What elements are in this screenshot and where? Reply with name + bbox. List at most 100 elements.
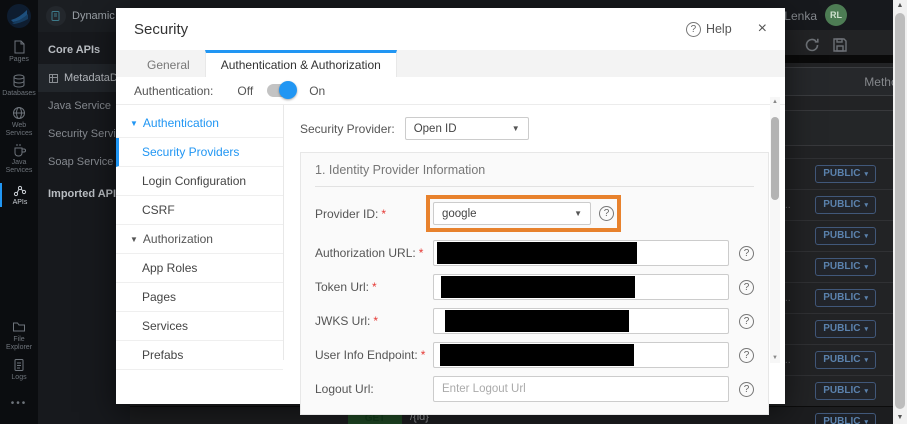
identity-provider-panel: 1. Identity Provider Information Provide… xyxy=(300,152,769,415)
caret-down-icon: ▾ xyxy=(864,419,868,424)
sidebar-item-file-explorer[interactable]: File Explorer xyxy=(0,320,38,352)
public-access-dropdown[interactable]: PUBLIC▾ xyxy=(815,382,876,400)
authorization-url-input[interactable] xyxy=(433,240,729,266)
toolbar-icons xyxy=(803,36,849,54)
public-access-dropdown[interactable]: PUBLIC▾ xyxy=(815,227,876,245)
nav-group-authorization[interactable]: ▼ Authorization xyxy=(116,225,283,254)
sidebar-item-databases[interactable]: Databases xyxy=(0,74,38,98)
nav-item-login-configuration[interactable]: Login Configuration xyxy=(116,167,283,196)
public-access-dropdown[interactable]: PUBLIC▾ xyxy=(815,196,876,214)
more-options-ellipsis-icon[interactable]: ••• xyxy=(0,398,38,409)
caret-down-icon: ▾ xyxy=(864,388,868,395)
nav-item-security-providers[interactable]: Security Providers xyxy=(116,138,283,167)
provider-id-select[interactable]: google ▼ xyxy=(433,202,591,225)
logout-url-input[interactable] xyxy=(433,376,729,402)
page-scrollbar-thumb[interactable] xyxy=(895,13,905,409)
redacted-value xyxy=(445,310,629,332)
close-icon[interactable]: × xyxy=(758,21,767,37)
project-name: Dynamic xyxy=(72,10,115,22)
field-help-icon[interactable]: ? xyxy=(739,280,754,295)
required-marker: * xyxy=(419,246,424,260)
log-file-icon xyxy=(12,358,26,372)
sidebar-item-java-services[interactable]: Java Services xyxy=(0,143,38,175)
redacted-value xyxy=(440,344,634,366)
help-button[interactable]: ? Help xyxy=(686,22,732,37)
caret-down-icon: ▾ xyxy=(864,326,868,333)
public-access-dropdown[interactable]: PUBLIC▾ xyxy=(815,351,876,369)
highlight-outline: google ▼ ? xyxy=(426,195,621,232)
page-scrollbar[interactable]: ▲ ▼ xyxy=(893,0,907,424)
rail-label: Pages xyxy=(0,56,38,64)
help-icon: ? xyxy=(686,22,701,37)
avatar[interactable]: RL xyxy=(825,4,847,26)
db-table-icon xyxy=(48,73,59,84)
public-access-dropdown[interactable]: PUBLIC▾ xyxy=(815,320,876,338)
redacted-value xyxy=(441,276,635,298)
required-marker: * xyxy=(421,348,426,362)
rail-label: File Explorer xyxy=(0,336,38,352)
security-provider-select[interactable]: Open ID ▼ xyxy=(405,117,529,140)
screen: Pages Databases Web Services Java Servic… xyxy=(0,0,907,424)
tab-authentication-authorization[interactable]: Authentication & Authorization xyxy=(205,50,397,77)
sidebar-item-logs[interactable]: Logs xyxy=(0,358,38,382)
caret-down-icon: ▾ xyxy=(864,171,868,178)
rail-label: Logs xyxy=(0,374,38,382)
caret-down-icon: ▼ xyxy=(130,235,138,244)
public-access-dropdown[interactable]: PUBLIC▾ xyxy=(815,165,876,183)
scroll-down-icon[interactable]: ▼ xyxy=(770,353,780,363)
scroll-up-icon[interactable]: ▲ xyxy=(770,97,780,107)
field-help-icon[interactable]: ? xyxy=(739,246,754,261)
field-help-icon[interactable]: ? xyxy=(739,382,754,397)
toggle-knob xyxy=(279,81,297,99)
caret-down-icon: ▾ xyxy=(864,233,868,240)
left-icon-rail: Pages Databases Web Services Java Servic… xyxy=(0,0,38,424)
form-scrollbar[interactable]: ▲ ▼ xyxy=(770,97,780,363)
field-user-info-endpoint: User Info Endpoint:* ? xyxy=(315,342,754,368)
rail-label: Java Services xyxy=(0,159,38,175)
toggle-on-label: On xyxy=(309,84,325,98)
globe-icon xyxy=(12,106,26,120)
section-title: 1. Identity Provider Information xyxy=(315,153,754,187)
provider-form: Security Provider: Open ID ▼ 1. Identity… xyxy=(284,105,785,360)
public-access-dropdown[interactable]: PUBLIC▾ xyxy=(815,289,876,307)
caret-down-icon: ▾ xyxy=(864,202,868,209)
user-info-endpoint-input[interactable] xyxy=(433,342,729,368)
authentication-toggle[interactable] xyxy=(267,84,295,97)
field-logout-url: Logout Url: ? xyxy=(315,376,754,402)
field-help-icon[interactable]: ? xyxy=(739,314,754,329)
dialog-side-nav: ▼ Authentication Security Providers Logi… xyxy=(116,105,284,360)
tab-general[interactable]: General xyxy=(132,50,205,77)
caret-down-icon: ▾ xyxy=(864,264,868,271)
jwks-url-input[interactable] xyxy=(433,308,729,334)
scroll-up-icon[interactable]: ▲ xyxy=(893,0,907,12)
field-help-icon[interactable]: ? xyxy=(599,206,614,221)
rail-label: Databases xyxy=(0,90,38,98)
token-url-input[interactable] xyxy=(433,274,729,300)
nav-item-app-roles[interactable]: App Roles xyxy=(116,254,283,283)
sidebar-item-apis[interactable]: APIs xyxy=(0,183,38,207)
public-access-dropdown[interactable]: PUBLIC▾ xyxy=(815,413,876,424)
public-access-dropdown[interactable]: PUBLIC▾ xyxy=(815,258,876,276)
save-floppy-icon[interactable] xyxy=(831,36,849,54)
field-help-icon[interactable]: ? xyxy=(739,348,754,363)
nav-item-services[interactable]: Services xyxy=(116,312,283,341)
refresh-icon[interactable] xyxy=(803,36,821,54)
toggle-label: Authentication: xyxy=(134,84,213,98)
nav-item-csrf[interactable]: CSRF xyxy=(116,196,283,225)
database-icon xyxy=(12,74,26,88)
sidebar-item-web-services[interactable]: Web Services xyxy=(0,106,38,138)
dialog-title: Security xyxy=(134,21,686,38)
dialog-tabs: General Authentication & Authorization xyxy=(116,50,785,77)
caret-down-icon: ▼ xyxy=(130,119,138,128)
field-label: JWKS Url:* xyxy=(315,314,433,328)
caret-down-icon: ▾ xyxy=(864,295,868,302)
nav-group-authentication[interactable]: ▼ Authentication xyxy=(116,109,283,138)
scroll-down-icon[interactable]: ▼ xyxy=(893,412,907,424)
sidebar-item-pages[interactable]: Pages xyxy=(0,40,38,64)
field-jwks-url: JWKS Url:* ? xyxy=(315,308,754,334)
field-label: Authorization URL:* xyxy=(315,246,433,260)
nav-item-pages[interactable]: Pages xyxy=(116,283,283,312)
rail-label: Web Services xyxy=(0,122,38,138)
form-scrollbar-thumb[interactable] xyxy=(771,117,779,200)
wavemaker-logo-icon[interactable] xyxy=(7,4,31,28)
